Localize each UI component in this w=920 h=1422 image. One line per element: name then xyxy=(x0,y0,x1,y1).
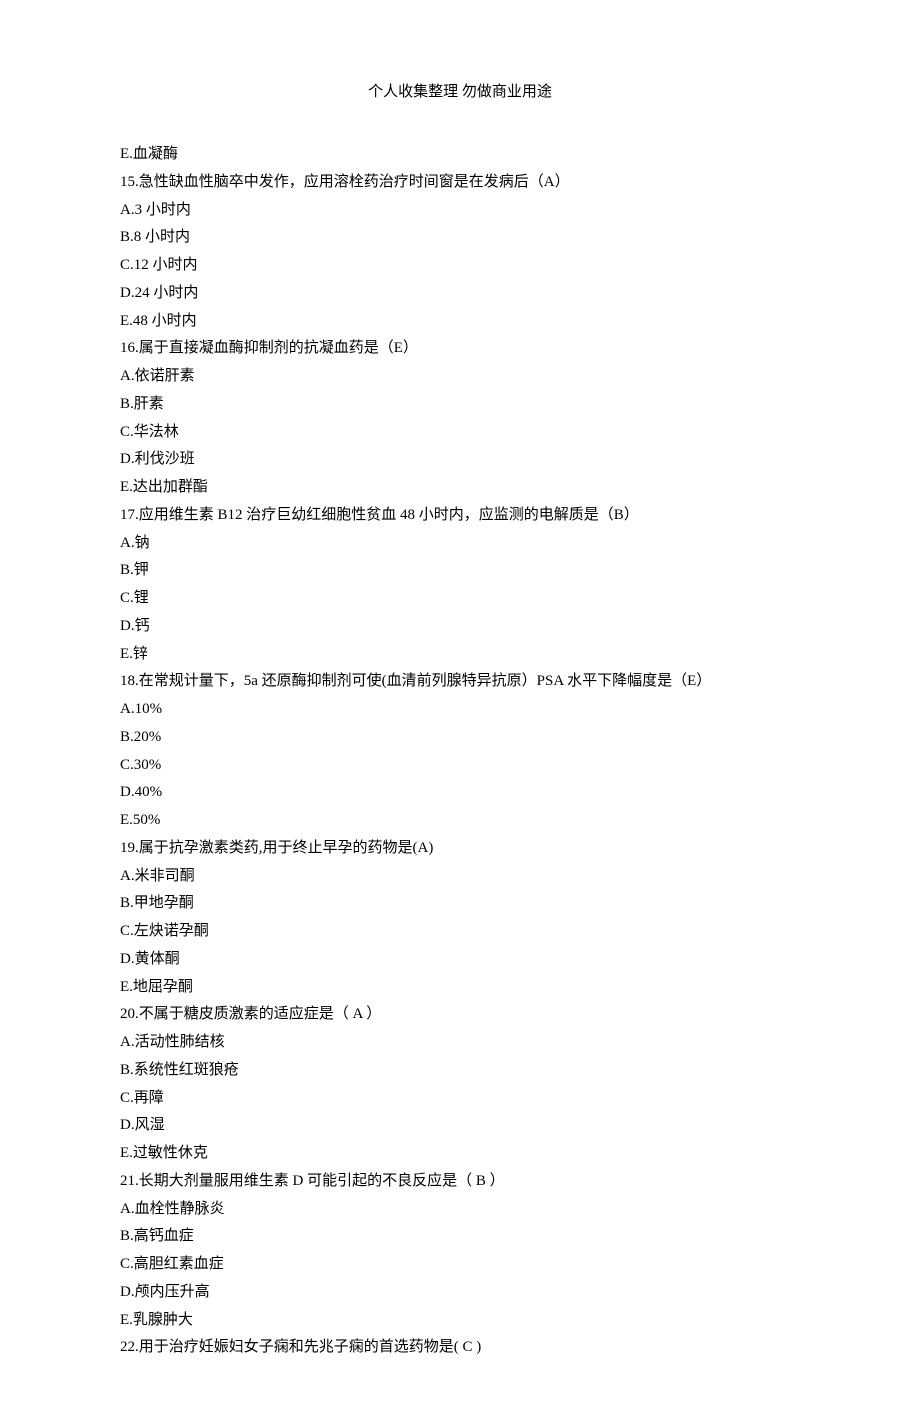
text-line: B.肝素 xyxy=(120,391,800,419)
text-line: E.锌 xyxy=(120,641,800,669)
text-line: B.系统性红斑狼疮 xyxy=(120,1057,800,1085)
page-header: 个人收集整理 勿做商业用途 xyxy=(120,80,800,101)
text-line: E.50% xyxy=(120,807,800,835)
text-line: C.30% xyxy=(120,752,800,780)
text-line: C.12 小时内 xyxy=(120,252,800,280)
text-line: E.血凝酶 xyxy=(120,141,800,169)
text-line: C.华法林 xyxy=(120,419,800,447)
text-line: E.地屈孕酮 xyxy=(120,974,800,1002)
text-line: D.24 小时内 xyxy=(120,280,800,308)
text-line: B.高钙血症 xyxy=(120,1223,800,1251)
text-line: C.锂 xyxy=(120,585,800,613)
text-line: C.左炔诺孕酮 xyxy=(120,918,800,946)
text-line: E.乳腺肿大 xyxy=(120,1307,800,1335)
text-line: D.黄体酮 xyxy=(120,946,800,974)
text-line: 15.急性缺血性脑卒中发作，应用溶栓药治疗时间窗是在发病后（A） xyxy=(120,169,800,197)
text-line: A.3 小时内 xyxy=(120,197,800,225)
text-line: 16.属于直接凝血酶抑制剂的抗凝血药是（E） xyxy=(120,335,800,363)
text-line: A.10% xyxy=(120,696,800,724)
text-line: D.40% xyxy=(120,779,800,807)
text-line: E.过敏性休克 xyxy=(120,1140,800,1168)
text-line: D.颅内压升高 xyxy=(120,1279,800,1307)
text-line: A.钠 xyxy=(120,530,800,558)
text-line: B.甲地孕酮 xyxy=(120,890,800,918)
text-line: 18.在常规计量下，5a 还原酶抑制剂可使(血清前列腺特异抗原）PSA 水平下降… xyxy=(120,668,800,696)
text-line: B.8 小时内 xyxy=(120,224,800,252)
text-line: A.血栓性静脉炎 xyxy=(120,1196,800,1224)
document-page: 个人收集整理 勿做商业用途 E.血凝酶15.急性缺血性脑卒中发作，应用溶栓药治疗… xyxy=(0,0,920,1422)
text-line: E.48 小时内 xyxy=(120,308,800,336)
text-line: A.米非司酮 xyxy=(120,863,800,891)
text-line: D.利伐沙班 xyxy=(120,446,800,474)
text-line: 21.长期大剂量服用维生素 D 可能引起的不良反应是（ B ） xyxy=(120,1168,800,1196)
text-line: 22.用于治疗妊娠妇女子痫和先兆子痫的首选药物是( C ) xyxy=(120,1334,800,1362)
text-line: B.20% xyxy=(120,724,800,752)
text-line: E.达出加群酯 xyxy=(120,474,800,502)
text-line: C.再障 xyxy=(120,1085,800,1113)
text-line: A.活动性肺结核 xyxy=(120,1029,800,1057)
text-line: 20.不属于糖皮质激素的适应症是（ A ） xyxy=(120,1001,800,1029)
text-line: D.钙 xyxy=(120,613,800,641)
text-line: A.依诺肝素 xyxy=(120,363,800,391)
document-content: E.血凝酶15.急性缺血性脑卒中发作，应用溶栓药治疗时间窗是在发病后（A）A.3… xyxy=(120,141,800,1362)
text-line: D.风湿 xyxy=(120,1112,800,1140)
text-line: C.高胆红素血症 xyxy=(120,1251,800,1279)
text-line: 19.属于抗孕激素类药,用于终止早孕的药物是(A) xyxy=(120,835,800,863)
text-line: B.钾 xyxy=(120,557,800,585)
text-line: 17.应用维生素 B12 治疗巨幼红细胞性贫血 48 小时内，应监测的电解质是（… xyxy=(120,502,800,530)
